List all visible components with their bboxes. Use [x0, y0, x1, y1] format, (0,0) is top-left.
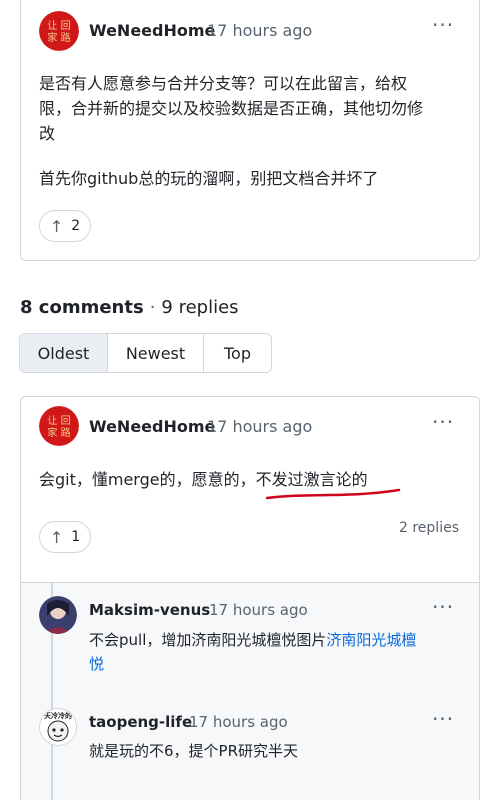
reply-author[interactable]: Maksim-venus [89, 601, 210, 619]
comment-timestamp[interactable]: 17 hours ago [207, 417, 312, 436]
svg-text:家 路: 家 路 [47, 31, 70, 44]
comment-author[interactable]: WeNeedHome [89, 417, 215, 436]
reply-avatar-caption: 天冷冷的 [44, 712, 72, 720]
comment-body-line: 限，合并新的提交以及校验数据是否正确，其他切勿修 [39, 99, 424, 118]
upvote-count: 1 [71, 529, 81, 545]
reply-timestamp[interactable]: 17 hours ago [209, 601, 308, 619]
comment-body-line: 改 [39, 124, 56, 143]
comments-count: 8 comments [20, 297, 144, 318]
arrow-up-icon: ↑ [49, 527, 64, 547]
reply-body: 就是玩的不6，提个PR研究半天 [89, 742, 299, 760]
svg-text:家 路: 家 路 [47, 426, 70, 439]
comment-body-line: 首先你github总的玩的溜啊，别把文档合并坏了 [39, 169, 379, 188]
separator: · [149, 297, 156, 318]
comment-body-line: 是否有人愿意参与合并分支等？可以在此留言，给权 [39, 74, 408, 93]
sort-segmented-control: Oldest Newest Top [19, 333, 272, 373]
reply-body-link[interactable]: 悦 [89, 655, 104, 673]
top-comment-card: 让 回 家 路 WeNeedHome 17 hours ago ··· 是否有人… [20, 0, 480, 261]
comment-card: 让 回 家 路 WeNeedHome 17 hours ago ··· 会git… [20, 396, 480, 800]
replies-total: 9 replies [161, 297, 239, 318]
kebab-menu-icon[interactable]: ··· [432, 412, 454, 432]
arrow-up-icon: ↑ [49, 216, 64, 236]
reply-body-text: 不会pull，增加济南阳光城檀悦图片 [89, 631, 327, 649]
reply-body: 不会pull，增加济南阳光城檀悦图片济南阳光城檀悦 [89, 628, 469, 676]
svg-text:让 回: 让 回 [47, 20, 70, 32]
svg-text:让 回: 让 回 [47, 415, 70, 427]
reply-author[interactable]: taopeng-life [89, 713, 192, 731]
replies-count[interactable]: 2 replies [399, 520, 459, 536]
author-avatar[interactable]: 让 回 家 路 [39, 406, 79, 446]
red-underline-annotation [265, 488, 401, 500]
reply-timestamp[interactable]: 17 hours ago [189, 713, 288, 731]
comment-body: 是否有人愿意参与合并分支等？可以在此留言，给权 限，合并新的提交以及校验数据是否… [39, 71, 459, 191]
kebab-menu-icon[interactable]: ··· [432, 709, 454, 729]
upvote-button[interactable]: ↑ 1 [39, 521, 91, 553]
replies-thread: Maksim-venus 17 hours ago ··· 不会pull，增加济… [21, 582, 479, 800]
kebab-menu-icon[interactable]: ··· [432, 15, 454, 35]
sort-top-button[interactable]: Top [204, 334, 271, 372]
upvote-count: 2 [71, 218, 81, 234]
reply-avatar[interactable] [39, 596, 77, 634]
reply-avatar[interactable]: 天冷冷的 [39, 708, 77, 746]
sort-oldest-button[interactable]: Oldest [20, 334, 108, 372]
upvote-button[interactable]: ↑ 2 [39, 210, 91, 242]
comment-timestamp[interactable]: 17 hours ago [207, 21, 312, 40]
kebab-menu-icon[interactable]: ··· [432, 597, 454, 617]
comment-author[interactable]: WeNeedHome [89, 21, 215, 40]
sort-newest-button[interactable]: Newest [108, 334, 204, 372]
reply-body-link[interactable]: 济南阳光城檀 [326, 631, 416, 649]
comment-body-text: 会git，懂merge的，愿意的， [39, 470, 256, 489]
author-avatar[interactable]: 让 回 家 路 [39, 11, 79, 51]
comments-summary: 8 comments · 9 replies [20, 297, 239, 318]
